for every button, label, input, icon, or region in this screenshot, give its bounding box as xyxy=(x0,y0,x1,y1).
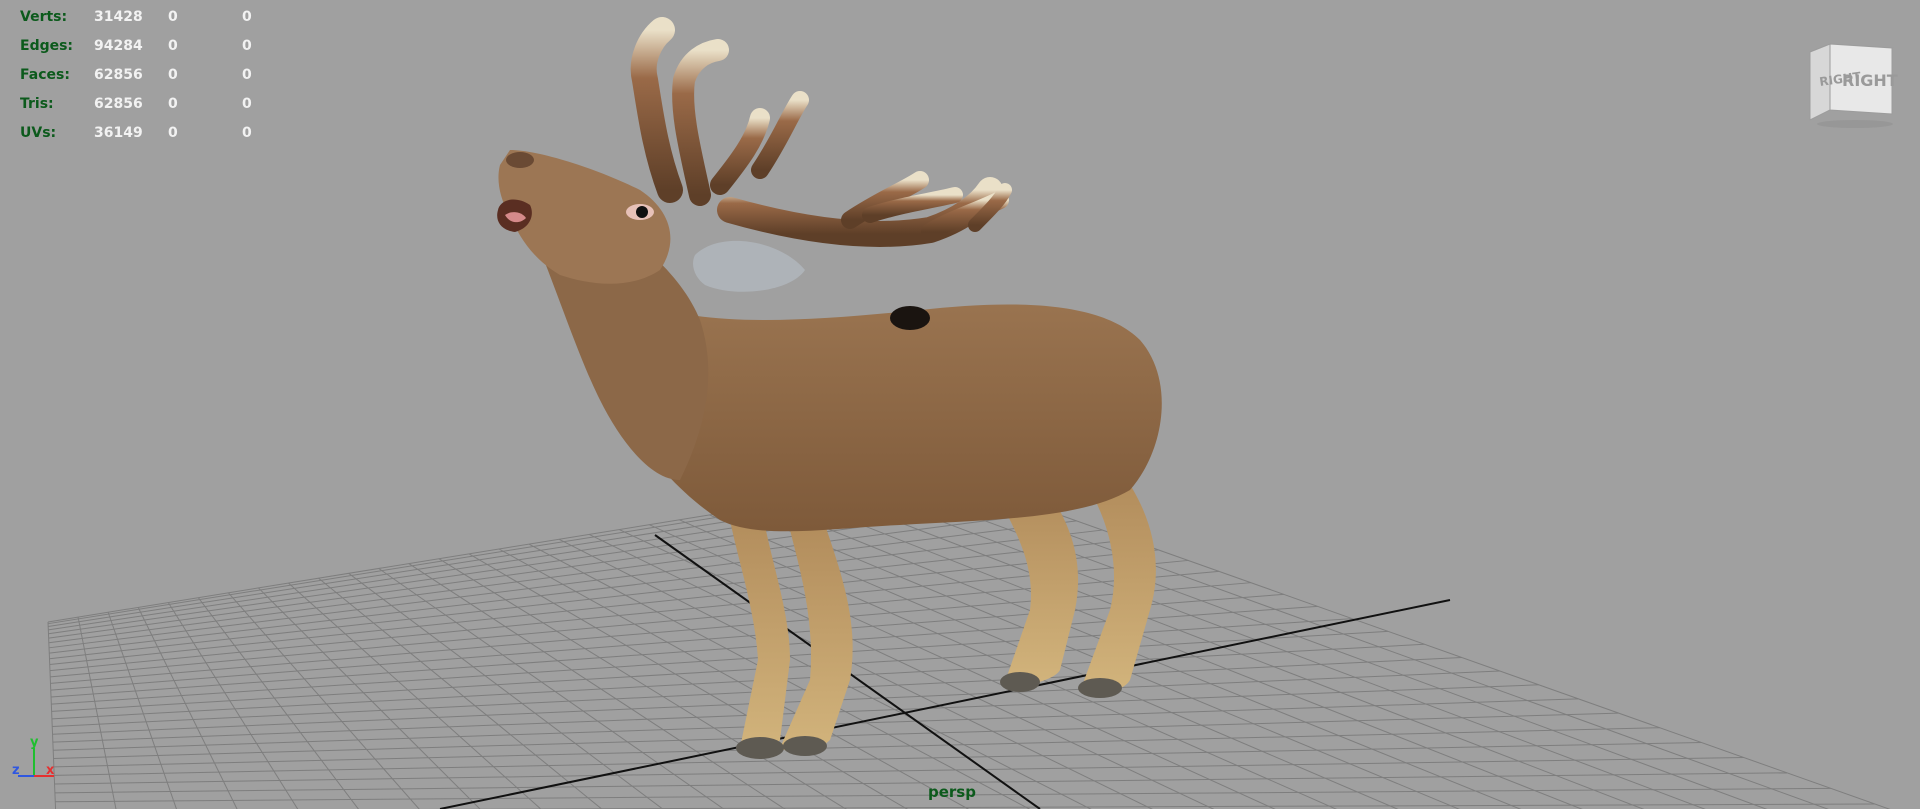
hud-value: 0 xyxy=(242,95,252,112)
grid-line xyxy=(799,499,1583,809)
hud-label: Faces: xyxy=(20,66,70,83)
hud-row: Edges: 94284 0 0 xyxy=(20,31,316,60)
grid-line xyxy=(949,475,1891,809)
camera-name-label: persp xyxy=(928,783,976,801)
axis-y-label: y xyxy=(30,735,39,750)
hud-value: 0 xyxy=(242,124,252,141)
grid-line xyxy=(51,643,1425,720)
axis-x-label: x xyxy=(46,763,55,778)
hud-value: 0 xyxy=(242,37,252,54)
axis-indicator-icon: y x z xyxy=(12,735,55,778)
hud-value: 62856 xyxy=(94,95,143,112)
view-cube-icon[interactable]: RIGHT RIGHT xyxy=(1800,40,1900,130)
hud-value: 0 xyxy=(168,8,178,25)
deer-model[interactable] xyxy=(497,17,1162,759)
hud-value: 0 xyxy=(168,66,178,83)
hud-value: 0 xyxy=(242,66,252,83)
grid-line xyxy=(829,495,1645,809)
view-cube-face-front: RIGHT xyxy=(1842,71,1898,90)
grid-line xyxy=(54,772,1787,794)
grid-line xyxy=(49,539,1130,660)
grid-axis-line xyxy=(439,599,1451,809)
hud-label: Edges: xyxy=(20,37,74,54)
heads-up-display: Verts: 31428 0 0 Edges: 94284 0 0 Faces: 62856 0 0 T… xyxy=(20,2,316,147)
hud-label: UVs: xyxy=(20,124,57,141)
hud-row: UVs: 36149 0 0 xyxy=(20,118,316,147)
grid-line xyxy=(49,529,1103,654)
hud-value: 0 xyxy=(168,124,178,141)
hud-label: Tris: xyxy=(20,95,54,112)
hud-value: 0 xyxy=(242,8,252,25)
hud-value: 36149 xyxy=(94,124,143,141)
hud-row: Verts: 31428 0 0 xyxy=(20,2,316,31)
grid-line xyxy=(348,572,664,809)
hud-value: 31428 xyxy=(94,8,143,25)
axis-z-label: z xyxy=(12,763,20,778)
hud-value: 0 xyxy=(168,95,178,112)
grid-line xyxy=(859,490,1706,809)
hud-row: Faces: 62856 0 0 xyxy=(20,60,316,89)
grid-line xyxy=(258,587,481,809)
grid-line xyxy=(411,803,1876,809)
ground-grid xyxy=(47,475,1891,809)
hud-value: 0 xyxy=(168,37,178,54)
hud-value: 94284 xyxy=(94,37,143,54)
hud-row: Tris: 62856 0 0 xyxy=(20,89,316,118)
grid-line xyxy=(48,520,1077,649)
grid-line xyxy=(228,592,420,809)
grid-line xyxy=(438,558,847,809)
hud-label: Verts: xyxy=(20,8,68,25)
hud-value: 62856 xyxy=(94,66,143,83)
grid-line xyxy=(53,727,1660,768)
perspective-viewport[interactable]: Verts: 31428 0 0 Edges: 94284 0 0 Faces: 62856 0 0 T… xyxy=(0,0,1920,809)
